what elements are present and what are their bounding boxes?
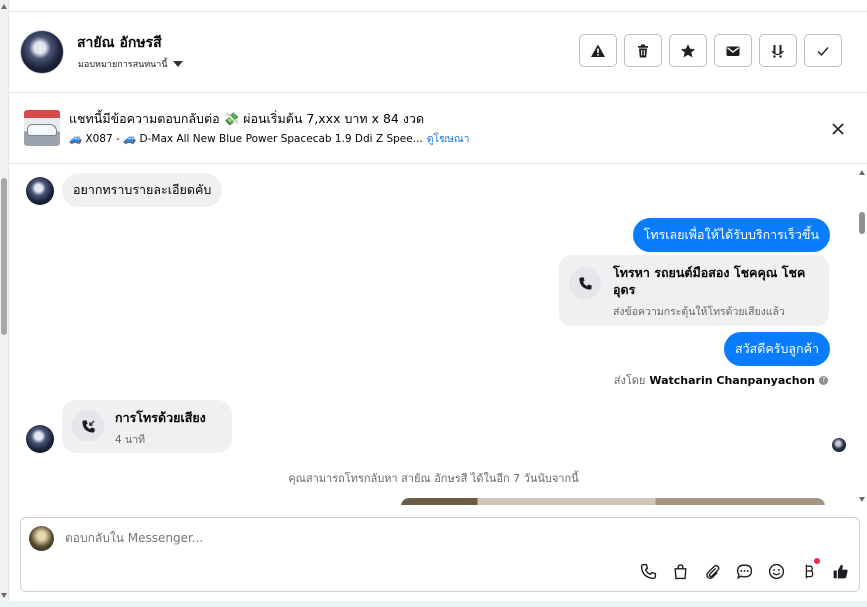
top-divider xyxy=(9,0,867,12)
contact-avatar[interactable] xyxy=(20,30,64,74)
report-button[interactable] xyxy=(579,34,617,67)
follow-up-button[interactable] xyxy=(759,34,797,67)
mark-unread-button[interactable] xyxy=(714,34,752,67)
ad-subtitle-row: 🚙 X087 - 🚙 D-Max All New Blue Power Spac… xyxy=(69,130,470,147)
shop-button[interactable] xyxy=(671,562,689,580)
scroll-down-arrow[interactable] xyxy=(1,593,7,598)
priority-icon xyxy=(771,44,784,58)
ad-subtitle: 🚙 X087 - 🚙 D-Max All New Blue Power Spac… xyxy=(69,133,423,145)
page-avatar xyxy=(29,526,54,551)
bottom-strip xyxy=(0,601,867,607)
phone-button[interactable] xyxy=(639,562,657,580)
voice-call-duration: 4 นาที xyxy=(115,434,146,446)
trash-icon xyxy=(638,44,648,57)
attachment-button[interactable] xyxy=(703,562,721,580)
delete-button[interactable] xyxy=(624,34,662,67)
info-icon[interactable]: ? xyxy=(819,375,828,385)
envelope-icon xyxy=(726,46,740,56)
conversation-header: สายัณ อักษรสี มอบหมายการสนทนานี้ xyxy=(9,13,867,93)
ad-context-banner: แชทนี้มีข้อความตอบกลับต่อ 💸 ผ่อนเริ่มต้น… xyxy=(9,94,867,164)
outgoing-message[interactable]: สวัสดีครับลูกค้า xyxy=(723,332,830,366)
check-icon xyxy=(817,46,829,56)
outgoing-message[interactable]: โทรเลยเพื่อให้ได้รับบริการเร็วขึ้น xyxy=(632,218,830,252)
voice-call-title: การโทรด้วยเสียง xyxy=(115,410,206,425)
ad-thumbnail[interactable] xyxy=(24,110,60,146)
payment-button[interactable] xyxy=(799,558,820,580)
star-icon xyxy=(681,43,695,57)
scroll-up-arrow[interactable] xyxy=(859,170,865,175)
composer-tools xyxy=(639,558,849,580)
image-attachment[interactable] xyxy=(401,498,825,505)
left-scrollbar[interactable] xyxy=(0,0,9,607)
scroll-up-arrow[interactable] xyxy=(1,4,7,9)
scroll-down-arrow[interactable] xyxy=(859,497,865,502)
scrollbar-thumb[interactable] xyxy=(1,178,7,335)
mark-done-button[interactable] xyxy=(804,34,842,67)
star-button[interactable] xyxy=(669,34,707,67)
payment-icon xyxy=(805,564,813,578)
ad-title: แชทนี้มีข้อความตอบกลับต่อ 💸 ผ่อนเริ่มต้น… xyxy=(69,111,425,126)
warning-icon xyxy=(591,44,605,57)
call-request-card[interactable]: โทรหา รถยนต์มือสอง โชคคุณ โชค อุดร ส่งข้… xyxy=(559,255,829,326)
view-ad-link[interactable]: ดูโฆษณา xyxy=(427,130,470,147)
assign-label: มอบหมายการสนทนานี้ xyxy=(78,60,168,70)
close-icon[interactable] xyxy=(831,122,845,136)
call-icon-circle xyxy=(569,267,601,299)
missed-call-icon xyxy=(81,419,95,433)
like-button[interactable] xyxy=(831,562,849,580)
reply-input[interactable] xyxy=(65,531,665,545)
emoji-icon xyxy=(768,563,784,579)
assign-conversation[interactable]: มอบหมายการสนทนานี้ xyxy=(78,57,183,71)
message-thread[interactable]: อยากทราบรายละเอียดคับ โทรเลยเพื่อให้ได้ร… xyxy=(9,165,858,505)
notification-dot xyxy=(814,558,820,564)
contact-avatar-small[interactable] xyxy=(26,425,54,453)
callback-notice: คุณสามารถโทรกลับหา สายัณ อักษรสี ได้ในอี… xyxy=(288,472,579,485)
call-request-subtitle: ส่งข้อความกระตุ้นให้โทรด้วยเสียงแล้ว xyxy=(613,306,785,318)
thread-scrollbar[interactable] xyxy=(858,165,867,505)
reply-template-icon xyxy=(736,563,752,579)
sent-by-prefix: ส่งโดย xyxy=(613,374,646,387)
phone-icon xyxy=(640,563,656,579)
call-icon-circle xyxy=(72,410,104,442)
reply-composer xyxy=(20,517,860,592)
incoming-message[interactable]: อยากทราบรายละเอียดคับ xyxy=(62,173,223,207)
sent-by-label: ส่งโดย Watcharin Chanpanyachon ? xyxy=(614,371,828,389)
seen-avatar xyxy=(832,438,846,452)
sent-by-name: Watcharin Chanpanyachon xyxy=(649,373,815,387)
scrollbar-thumb[interactable] xyxy=(859,212,865,234)
bag-icon xyxy=(673,563,687,579)
contact-avatar-small[interactable] xyxy=(26,177,54,205)
contact-name[interactable]: สายัณ อักษรสี xyxy=(77,32,162,54)
saved-reply-button[interactable] xyxy=(735,562,753,580)
attachment-icon xyxy=(705,564,719,579)
emoji-button[interactable] xyxy=(767,562,785,580)
header-actions xyxy=(579,34,842,67)
thumbs-up-icon xyxy=(833,564,848,578)
call-request-title: โทรหา รถยนต์มือสอง โชคคุณ โชค อุดร xyxy=(613,265,806,297)
chevron-down-icon[interactable] xyxy=(172,61,183,67)
voice-call-card[interactable]: การโทรด้วยเสียง 4 นาที xyxy=(62,400,232,453)
phone-icon xyxy=(578,276,592,290)
